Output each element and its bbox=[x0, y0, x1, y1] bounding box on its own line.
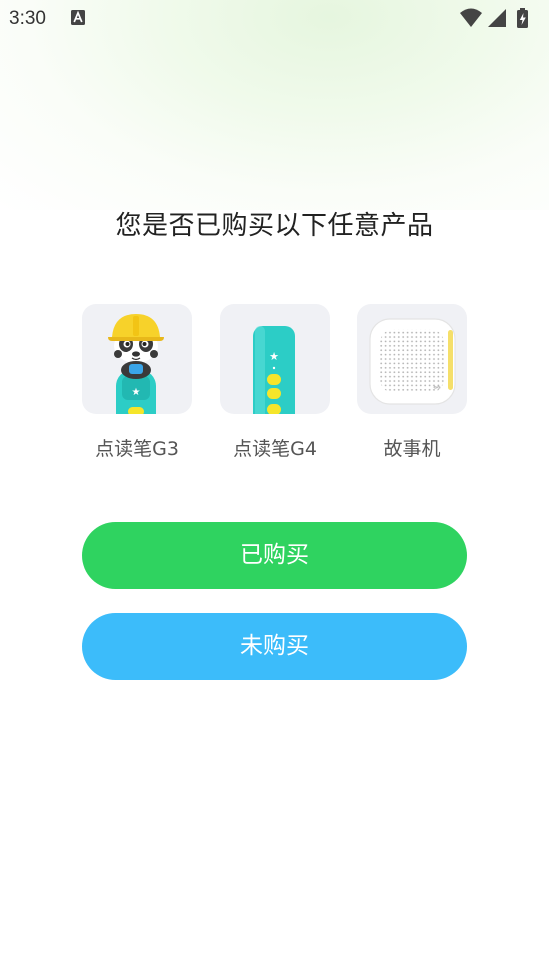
product-g3-card[interactable]: ★ bbox=[82, 304, 192, 414]
product-label: 点读笔G3 bbox=[95, 438, 179, 460]
battery-charging-icon bbox=[517, 8, 528, 28]
bought-button[interactable]: 已购买 bbox=[82, 522, 467, 589]
svg-text:★: ★ bbox=[132, 387, 141, 398]
product-label: 故事机 bbox=[383, 438, 441, 460]
status-icons bbox=[460, 8, 528, 28]
not-bought-button[interactable]: 未购买 bbox=[82, 613, 467, 680]
product-story-machine-card[interactable]: ᴳᴳ bbox=[357, 304, 467, 414]
panda-reading-pen-image: ★ bbox=[108, 314, 164, 414]
product-g4[interactable]: ★ 点读笔G4 bbox=[220, 304, 330, 461]
a-letter-icon bbox=[71, 10, 85, 25]
svg-text:ᴳᴳ: ᴳᴳ bbox=[433, 385, 441, 393]
reading-pen-image: ★ bbox=[253, 326, 295, 414]
signal-icon bbox=[488, 9, 506, 27]
product-g4-card[interactable]: ★ bbox=[220, 304, 330, 414]
wifi-icon bbox=[460, 8, 482, 27]
status-time: 3:30 bbox=[9, 8, 46, 29]
product-g3[interactable]: ★ 点读笔G3 bbox=[82, 304, 192, 461]
product-story-machine[interactable]: ᴳᴳ 故事机 bbox=[357, 304, 467, 461]
svg-text:★: ★ bbox=[269, 350, 279, 363]
page-title: 您是否已购买以下任意产品 bbox=[115, 211, 434, 241]
product-label: 点读笔G4 bbox=[233, 438, 317, 460]
status-bar: 3:30 bbox=[0, 0, 549, 38]
story-machine-image: ᴳᴳ bbox=[369, 318, 456, 405]
